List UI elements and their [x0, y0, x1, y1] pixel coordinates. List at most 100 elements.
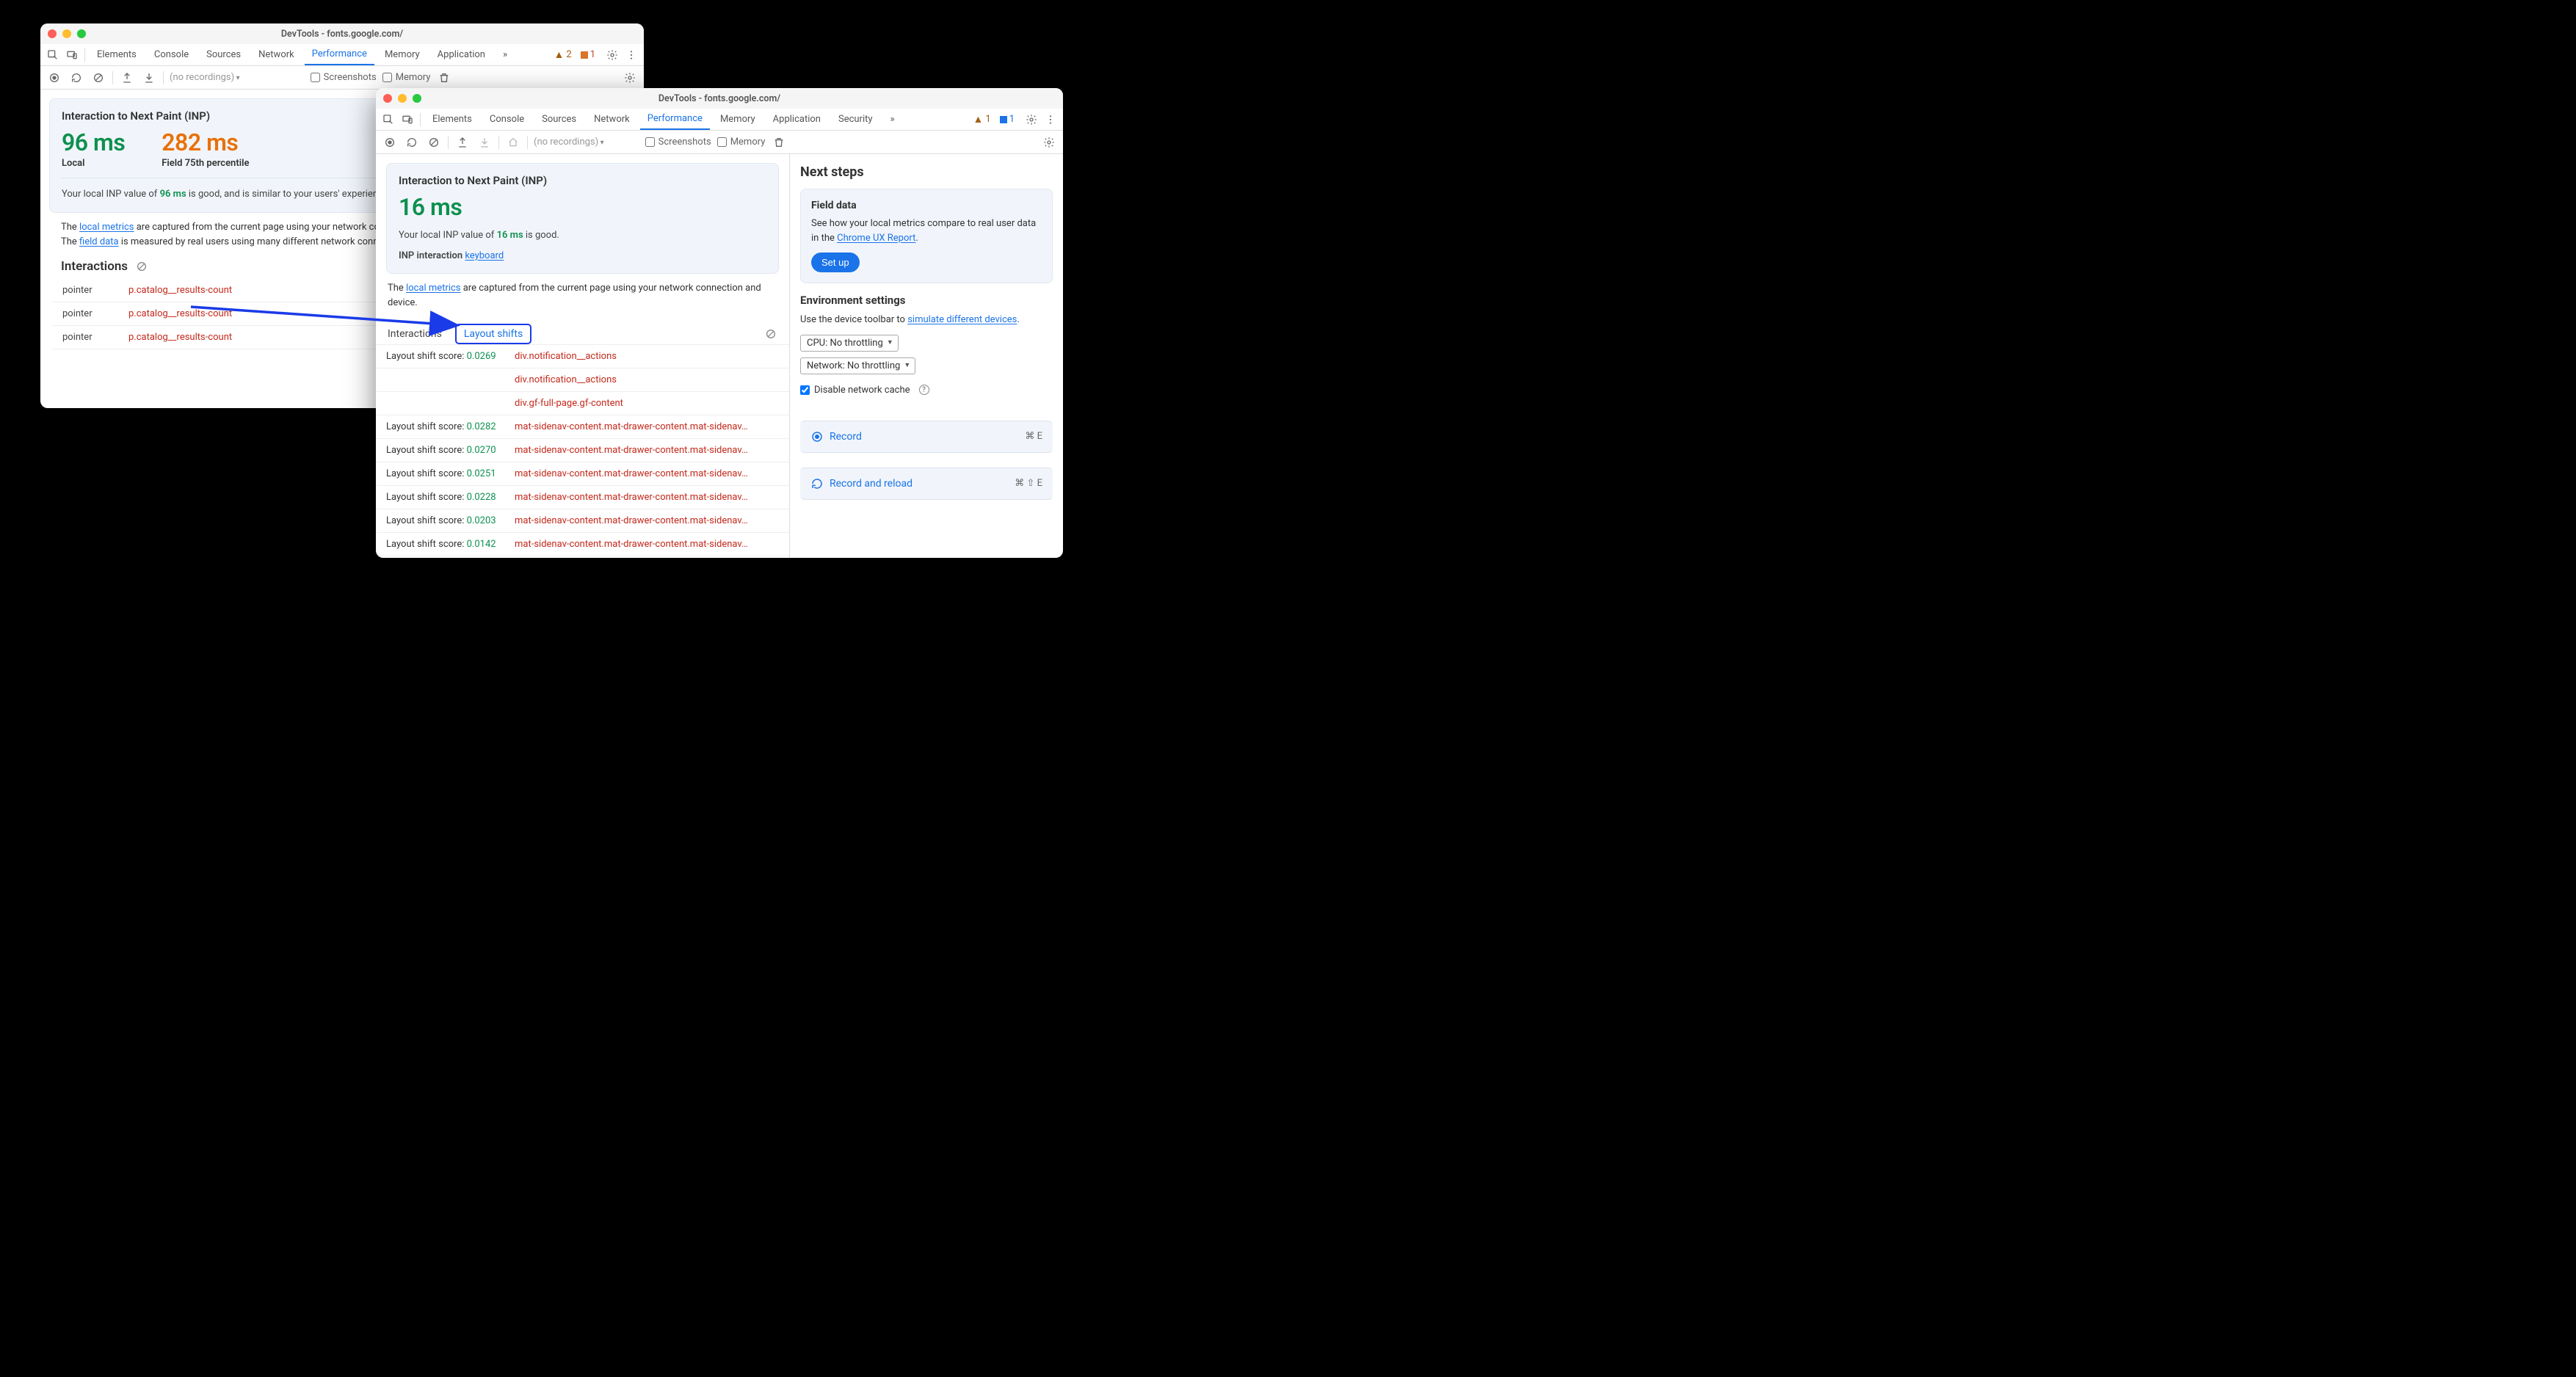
chrome-ux-report-link[interactable]: Chrome UX Report [837, 233, 915, 244]
tab-security[interactable]: Security [831, 109, 880, 129]
layout-shift-row[interactable]: Layout shift score: 0.0282 mat-sidenav-c… [376, 415, 789, 439]
tab-console[interactable]: Console [482, 109, 531, 129]
window-title: DevTools - fonts.google.com/ [376, 93, 1063, 104]
tab-network[interactable]: Network [587, 109, 637, 129]
clear-icon[interactable] [90, 70, 106, 86]
kebab-icon[interactable] [623, 47, 639, 63]
layout-shift-row[interactable]: Layout shift score: 0.0251 mat-sidenav-c… [376, 462, 789, 486]
divider [448, 136, 449, 149]
tab-elements[interactable]: Elements [90, 45, 144, 65]
divider [112, 71, 113, 84]
checkbox[interactable] [717, 137, 727, 147]
checkbox[interactable] [800, 385, 810, 395]
inp-summary: Your local INP value of 16 ms is good. [399, 228, 766, 243]
checkbox[interactable] [311, 73, 320, 82]
local-metrics-link[interactable]: local metrics [406, 283, 460, 294]
warnings-badge[interactable]: ▲2 [554, 48, 572, 61]
inp-title: Interaction to Next Paint (INP) [399, 174, 766, 187]
tab-memory[interactable]: Memory [713, 109, 763, 129]
tab-layout-shifts[interactable]: Layout shifts [455, 324, 531, 344]
device-toolbar-icon[interactable] [399, 112, 416, 128]
keyboard-shortcut: ⌘ ⇧ E [1015, 478, 1042, 489]
network-throttle-select[interactable]: Network: No throttling [800, 357, 915, 374]
settings-icon[interactable] [1041, 134, 1057, 150]
tab-sources[interactable]: Sources [534, 109, 584, 129]
divider [527, 136, 528, 149]
record-icon[interactable] [46, 70, 62, 86]
next-steps-title: Next steps [800, 164, 1053, 180]
sidebar: Next steps Field data See how your local… [790, 154, 1063, 558]
tab-network[interactable]: Network [251, 45, 302, 65]
inp-field-label: Field 75th percentile [162, 158, 249, 169]
no-entry-icon[interactable] [134, 258, 150, 275]
reload-icon[interactable] [404, 134, 420, 150]
setup-button[interactable]: Set up [811, 252, 860, 272]
inp-local-value: 96 ms [62, 128, 125, 156]
no-entry-icon[interactable] [763, 326, 779, 342]
recordings-dropdown[interactable]: (no recordings) [534, 137, 604, 148]
kebab-icon[interactable] [1042, 112, 1059, 128]
info-badge[interactable]: 1 [1000, 114, 1015, 125]
more-tabs[interactable]: » [883, 109, 902, 129]
device-toolbar-icon[interactable] [64, 47, 80, 63]
more-tabs[interactable]: » [496, 45, 515, 65]
layout-shift-row[interactable]: Layout shift score: 0.0142 mat-sidenav-c… [376, 533, 789, 556]
inp-interaction-link[interactable]: keyboard [465, 250, 504, 261]
upload-icon[interactable] [454, 134, 471, 150]
screenshots-checkbox[interactable]: Screenshots [311, 72, 377, 83]
record-reload-action[interactable]: Record and reload ⌘ ⇧ E [800, 468, 1053, 500]
warnings-badge[interactable]: ▲1 [973, 113, 991, 126]
layout-shift-sub-row[interactable]: div.notification__actions [376, 368, 789, 392]
tab-interactions[interactable]: Interactions [386, 324, 443, 344]
cpu-throttle-select[interactable]: CPU: No throttling [800, 335, 899, 352]
tab-application[interactable]: Application [766, 109, 828, 129]
tab-elements[interactable]: Elements [425, 109, 479, 129]
inp-field-value: 282 ms [162, 128, 249, 156]
layout-shift-row[interactable]: Layout shift score: 0.0203 mat-sidenav-c… [376, 509, 789, 533]
upload-icon[interactable] [119, 70, 135, 86]
inspect-icon[interactable] [45, 47, 61, 63]
errors-badge[interactable]: 1 [581, 49, 595, 60]
info-text: The local metrics are captured from the … [388, 281, 777, 310]
divider [498, 136, 499, 149]
environment-settings: Environment settings Use the device tool… [800, 294, 1053, 396]
inspect-icon[interactable] [380, 112, 396, 128]
layout-shift-row[interactable]: Layout shift score: 0.0269 div.notificat… [376, 345, 789, 368]
checkbox[interactable] [645, 137, 655, 147]
trash-icon[interactable] [436, 70, 452, 86]
tab-memory[interactable]: Memory [377, 45, 427, 65]
tab-application[interactable]: Application [430, 45, 493, 65]
home-icon[interactable] [505, 134, 521, 150]
performance-toolbar: (no recordings) Screenshots Memory [40, 66, 644, 90]
field-data-card: Field data See how your local metrics co… [800, 189, 1053, 283]
screenshots-checkbox[interactable]: Screenshots [645, 137, 711, 148]
layout-shift-sub-row[interactable]: div.gf-full-page.gf-content [376, 392, 789, 415]
tab-console[interactable]: Console [147, 45, 196, 65]
simulate-devices-link[interactable]: simulate different devices [907, 314, 1017, 325]
disable-cache-checkbox[interactable]: Disable network cache ? [800, 385, 1053, 396]
layout-shift-row[interactable]: Layout shift score: 0.0228 mat-sidenav-c… [376, 486, 789, 509]
tab-performance[interactable]: Performance [305, 44, 374, 65]
recordings-dropdown[interactable]: (no recordings) [170, 72, 240, 83]
local-metrics-link[interactable]: local metrics [79, 222, 134, 233]
field-data-link[interactable]: field data [79, 236, 119, 247]
download-icon[interactable] [476, 134, 493, 150]
layout-shift-row[interactable]: Layout shift score: 0.0270 mat-sidenav-c… [376, 439, 789, 462]
settings-icon[interactable] [1023, 112, 1040, 128]
panel-tabs: Elements Console Sources Network Perform… [376, 109, 1063, 131]
settings-icon[interactable] [604, 47, 620, 63]
reload-icon[interactable] [68, 70, 84, 86]
trash-icon[interactable] [771, 134, 787, 150]
tab-performance[interactable]: Performance [640, 109, 710, 130]
memory-checkbox[interactable]: Memory [382, 72, 431, 83]
record-action[interactable]: Record ⌘ E [800, 421, 1053, 453]
memory-checkbox[interactable]: Memory [717, 137, 766, 148]
download-icon[interactable] [141, 70, 157, 86]
clear-icon[interactable] [426, 134, 442, 150]
inp-value: 16 ms [399, 193, 766, 221]
record-icon[interactable] [382, 134, 398, 150]
settings-icon[interactable] [622, 70, 638, 86]
checkbox[interactable] [382, 73, 392, 82]
tab-sources[interactable]: Sources [199, 45, 248, 65]
help-icon[interactable]: ? [919, 385, 929, 395]
